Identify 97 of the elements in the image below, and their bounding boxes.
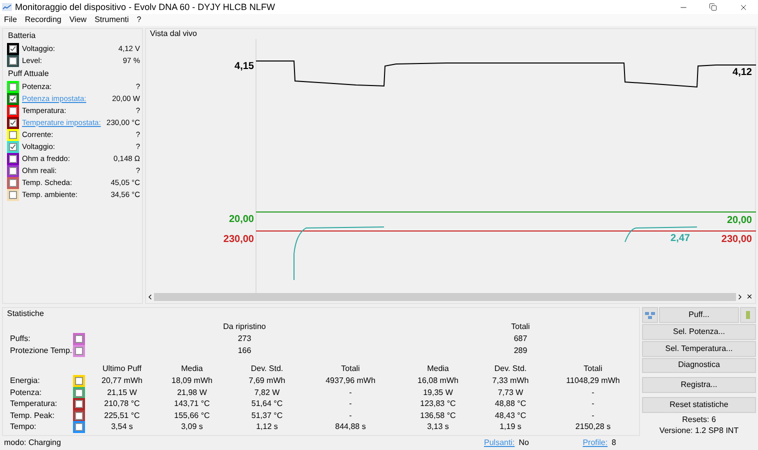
column-header: Ultimo Puff — [102, 364, 142, 374]
section-title: Batteria — [7, 31, 37, 42]
table-cell-text: 1,12 s — [255, 422, 279, 432]
row-label: Protezione Temp.: — [9, 346, 73, 356]
close-icon — [738, 2, 748, 12]
table-cell-text: 3,09 s — [180, 422, 204, 432]
table-cell-text: 155,66 °C — [173, 410, 211, 421]
table-cell-text: 1,19 s — [498, 422, 522, 432]
table-cell-text: 225,51 °C — [103, 410, 141, 421]
section-title: Statistiche — [6, 309, 45, 320]
check-icon — [10, 46, 16, 52]
table-cell-text: - — [348, 388, 353, 398]
mode-text: modo: Charging — [4, 438, 62, 448]
menu-item[interactable]: View — [69, 15, 87, 25]
row-label: Potenza: — [9, 388, 43, 398]
table-cell-text: 273 — [236, 334, 252, 344]
table-cell-text: 21,98 W — [176, 388, 208, 398]
column-header: Totali — [510, 322, 531, 332]
table-cell-text: 3,13 s — [426, 422, 450, 432]
column-header: Totali — [340, 364, 361, 374]
check-icon — [10, 120, 16, 126]
row-label: Tempo: — [9, 422, 38, 432]
section-title: Puff Attuale — [7, 69, 50, 80]
table-cell-text: 48,43 °C — [494, 410, 528, 421]
table-cell-text: 7,73 W — [496, 388, 524, 398]
row-label: Temperatura: — [9, 399, 58, 410]
table-cell-text: 2150,28 s — [574, 422, 612, 432]
table-cell-text: - — [348, 410, 353, 421]
table-cell-text: 143,71 °C — [173, 399, 211, 410]
table-cell-text: 166 — [236, 346, 252, 356]
profile-value: 8 — [612, 438, 616, 448]
table-cell-text: 51,37 °C — [250, 410, 284, 421]
value-label: 230,00 — [720, 234, 752, 246]
table-cell-text: 19,35 W — [422, 388, 454, 398]
value-label: 20,00 — [228, 214, 254, 226]
menu-item[interactable]: ? — [136, 15, 142, 25]
column-header: Dev. Std. — [493, 364, 528, 374]
check-icon — [10, 144, 16, 150]
table-cell-text: 844,88 s — [334, 422, 367, 432]
table-cell-text: 123,83 °C — [419, 399, 457, 410]
table-cell-text: 687 — [512, 334, 528, 344]
table-cell-text: - — [590, 410, 596, 421]
network-button[interactable] — [642, 307, 658, 323]
table-cell-text: - — [590, 399, 596, 410]
table-cell-text: 51,64 °C — [250, 399, 284, 410]
table-cell-text: - — [348, 399, 353, 410]
close-icon — [746, 293, 753, 300]
scrollbar-thumb[interactable] — [154, 292, 736, 300]
table-cell-text: 16,08 mWh — [416, 376, 460, 386]
row-label: Puffs: — [9, 334, 32, 344]
column-header: Dev. Std. — [250, 364, 284, 374]
value-label: 4,12 — [732, 67, 752, 79]
version-text: Versione: 1.2 SP8 INT — [658, 426, 740, 436]
table-cell-text: - — [590, 388, 596, 398]
table-cell-text: 18,09 mWh — [170, 376, 214, 386]
table-cell-text: 21,15 W — [106, 388, 138, 398]
table-cell-text: 7,82 W — [253, 388, 281, 398]
value-label: 230,00 — [222, 234, 254, 246]
value-label: 20,00 — [726, 215, 752, 227]
table-cell-text: 7,69 mWh — [248, 376, 286, 386]
menu-item[interactable]: Strumenti — [94, 15, 129, 25]
column-header: Da ripristino — [222, 322, 267, 332]
table-cell-text: 48,88 °C — [494, 399, 528, 410]
table-cell-text: 3,54 s — [110, 422, 134, 432]
action-button[interactable]: Reset statistiche — [642, 397, 756, 414]
table-cell-text: 11048,29 mWh — [565, 376, 621, 386]
network-icon — [645, 310, 655, 319]
restore-icon — [709, 3, 717, 11]
buttons-value: No — [518, 438, 530, 448]
section-title: Vista dal vivo — [149, 29, 198, 39]
menu-item[interactable]: File — [4, 15, 17, 25]
puff-button[interactable]: Puff... — [659, 307, 739, 323]
table-cell-text: 4937,96 mWh — [324, 376, 376, 386]
window-title: Monitoraggio del dispositivo - Evolv DNA 60 - DYJY HLCB NLFW — [15, 2, 276, 12]
row-label: Temp. Peak: — [9, 410, 56, 421]
action-button[interactable]: Registra... — [642, 377, 756, 394]
action-button[interactable]: Diagnostica — [642, 358, 756, 374]
table-cell-text: 20,77 mWh — [100, 376, 144, 386]
value-label: 2,47 — [670, 233, 690, 245]
menu-item[interactable]: Recording — [24, 15, 62, 25]
action-button[interactable]: Sel. Temperatura... — [642, 340, 756, 356]
battery-icon — [746, 310, 750, 319]
scroll-left-icon — [146, 292, 154, 300]
column-header: Totali — [582, 364, 604, 374]
resets-count: Resets: 6 — [681, 415, 717, 426]
check-icon — [10, 96, 16, 102]
action-button[interactable]: Sel. Potenza... — [642, 324, 756, 340]
table-cell-text: 210,78 °C — [103, 399, 141, 410]
table-cell-text: 136,58 °C — [419, 410, 457, 421]
column-header: Media — [426, 364, 450, 374]
chart-icon — [2, 3, 12, 11]
value-label: 4,15 — [234, 61, 254, 73]
table-cell-text: 289 — [512, 346, 528, 356]
table-cell-text: 7,33 mWh — [491, 376, 530, 386]
column-header: Media — [180, 364, 204, 374]
scroll-right-icon — [736, 292, 744, 300]
row-label: Energia: — [9, 376, 41, 386]
